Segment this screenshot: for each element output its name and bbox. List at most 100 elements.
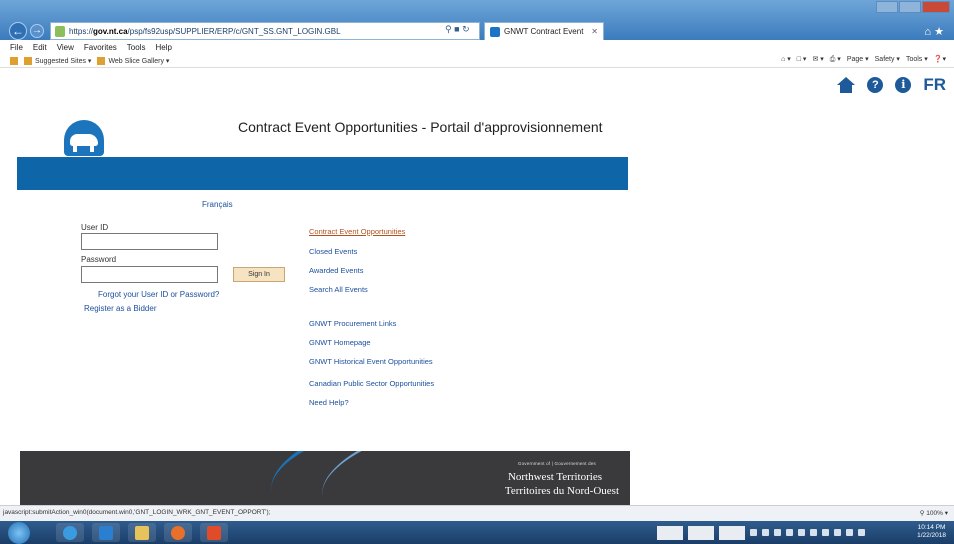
tray-icon[interactable] [810,529,817,536]
taskbar-ie[interactable] [56,523,84,542]
forward-button[interactable]: → [30,24,44,38]
francais-link[interactable]: Français [202,200,233,209]
status-bar: javascript:submitAction_win0(document.wi… [0,505,954,521]
search-icon[interactable]: ⚲ [445,24,452,34]
suggested-sites-link[interactable]: Suggested Sites ▾ [24,56,92,65]
tray-icon[interactable] [798,529,805,536]
browser-titlebar: ← → https://gov.nt.ca/psp/fs92usp/SUPPLI… [0,0,954,40]
minimize-button[interactable] [876,1,898,13]
refresh-icon[interactable]: ↻ [462,24,470,34]
help-icon[interactable]: ❓▾ [934,55,946,64]
command-bar: ⌂ ▾ □ ▾ ✉ ▾ ⎙ ▾ Page ▾ Safety ▾ Tools ▾ … [781,55,946,64]
network-icon[interactable] [846,529,853,536]
taskbar-office[interactable] [200,523,228,542]
polar-bear-logo [64,120,104,156]
menu-edit[interactable]: Edit [33,43,47,52]
tray-input-box[interactable] [719,525,745,540]
page-title: Contract Event Opportunities - Portail d… [238,119,603,135]
password-label: Password [81,255,117,264]
taskbar-explorer[interactable] [128,523,156,542]
url-domain: gov.nt.ca [93,26,128,36]
info-icon[interactable]: i [895,77,912,93]
volume-icon[interactable] [858,529,865,536]
tray-icon[interactable] [750,529,757,536]
web-slice-gallery-link[interactable]: Web Slice Gallery ▾ [97,56,169,65]
print-icon[interactable]: ⎙ ▾ [830,55,841,64]
header-banner [17,157,628,190]
user-id-input[interactable] [81,233,218,250]
favorites-star-icon[interactable] [10,56,18,65]
zoom-level[interactable]: ⚲ 100% ▾ [920,509,948,517]
windows-taskbar: 10:14 PM 1/22/2018 [0,521,954,544]
taskbar-outlook[interactable] [92,523,120,542]
suggested-sites-label: Suggested Sites ▾ [35,57,92,65]
clock-date: 1/22/2018 [917,532,946,539]
arrow-left-icon: ← [12,24,24,38]
tray-icon[interactable] [774,529,781,536]
need-help-link[interactable]: Need Help? [309,398,349,407]
historical-event-opportunities-link[interactable]: GNWT Historical Event Opportunities [309,357,433,366]
tray-icon[interactable] [786,529,793,536]
system-tray [657,524,905,541]
safety-menu[interactable]: Safety ▾ [875,55,900,64]
close-tab-icon[interactable]: ✕ [591,27,598,36]
top-icon-bar: ? i FR [837,75,946,95]
tray-icon[interactable] [762,529,769,536]
clock-time: 10:14 PM [917,524,946,531]
url-path: /psp/fs92usp/SUPPLIER/ERP/c/GNT_SS.GNT_L… [127,26,341,36]
tray-language-box[interactable] [657,525,683,540]
tray-icon[interactable] [822,529,829,536]
footer-nwt-english: Northwest Territories [507,471,602,483]
menu-tools[interactable]: Tools [127,43,146,52]
menu-favorites[interactable]: Favorites [84,43,117,52]
start-button[interactable] [8,522,30,544]
tools-menu[interactable]: Tools ▾ [906,55,928,64]
contract-event-opportunities-link[interactable]: Contract Event Opportunities [309,227,405,236]
forgot-credentials-link[interactable]: Forgot your User ID or Password? [98,290,219,299]
procurement-links-link[interactable]: GNWT Procurement Links [309,319,396,328]
tray-icon[interactable] [834,529,841,536]
password-input[interactable] [81,266,218,283]
menu-file[interactable]: File [10,43,23,52]
address-url[interactable]: https://gov.nt.ca/psp/fs92usp/SUPPLIER/E… [69,27,341,36]
status-text: javascript:submitAction_win0(document.wi… [3,509,271,516]
menu-view[interactable]: View [57,43,74,52]
page-icon [55,25,65,37]
language-toggle-link[interactable]: FR [923,75,946,95]
home-icon[interactable]: ⌂ [924,26,931,38]
footer-government-line: Government of | Gouvernement des [517,461,596,466]
back-button[interactable]: ← [9,22,27,40]
page-menu[interactable]: Page ▾ [847,55,869,64]
tray-keyboard-box[interactable] [688,525,714,540]
register-bidder-link[interactable]: Register as a Bidder [84,304,156,313]
star-icon[interactable]: ★ [934,26,944,38]
awarded-events-link[interactable]: Awarded Events [309,266,363,275]
gnwt-homepage-link[interactable]: GNWT Homepage [309,338,371,347]
home-icon[interactable] [837,77,856,93]
page-content: ? i FR Contract Event Opportunities - Po… [0,69,954,505]
search-all-events-link[interactable]: Search All Events [309,285,368,294]
maximize-button[interactable] [899,1,921,13]
browser-tab[interactable]: GNWT Contract Event ✕ [484,22,604,40]
taskbar-firefox[interactable] [164,523,192,542]
feeds-icon[interactable]: □ ▾ [797,55,807,64]
mail-icon[interactable]: ✉ ▾ [812,55,823,64]
browser-toolbar-icons: ⌂ ★ [924,25,944,38]
closed-events-link[interactable]: Closed Events [309,247,357,256]
tab-title: GNWT Contract Event [504,27,584,36]
sign-in-button[interactable]: Sign In [233,267,285,282]
close-window-button[interactable] [922,1,950,13]
address-bar[interactable]: https://gov.nt.ca/psp/fs92usp/SUPPLIER/E… [50,22,480,40]
tab-favicon-icon [490,26,500,37]
canadian-public-sector-link[interactable]: Canadian Public Sector Opportunities [309,379,434,388]
help-icon[interactable]: ? [867,77,884,93]
address-bar-icons: ⚲ ■ ↻ [445,24,470,35]
window-controls [876,1,950,13]
arrow-right-icon: → [32,25,42,36]
home-page-icon[interactable]: ⌂ ▾ [781,55,791,64]
menu-help[interactable]: Help [155,43,171,52]
footer-banner: Government of | Gouvernement des Northwe… [20,451,630,505]
lock-icon[interactable]: ■ [454,24,459,34]
taskbar-clock[interactable]: 10:14 PM 1/22/2018 [917,524,946,540]
zoom-icon: ⚲ [919,510,925,517]
